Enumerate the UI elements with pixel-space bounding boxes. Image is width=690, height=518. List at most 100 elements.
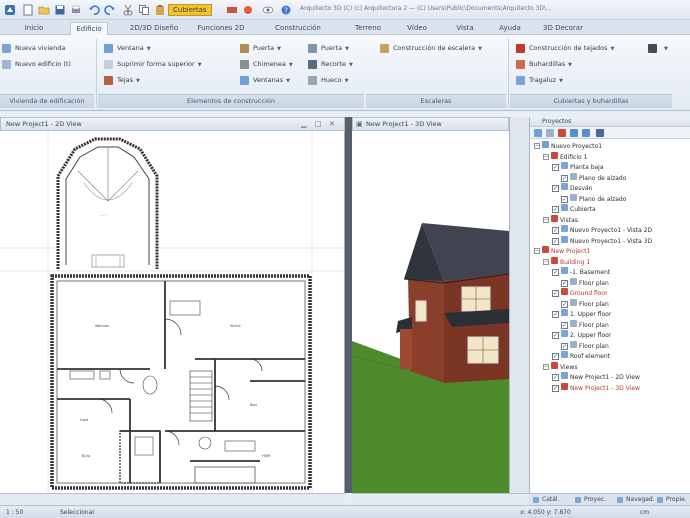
tree-visibility-checkbox[interactable]: ✓ <box>552 290 559 297</box>
tree-visibility-checkbox[interactable]: ✓ <box>561 195 568 203</box>
tab-funciones-2d[interactable]: Funciones 2D <box>196 22 246 35</box>
tree-item[interactable]: ✓ Desván <box>552 183 592 194</box>
open-folder-icon[interactable] <box>38 4 50 16</box>
tree-item[interactable]: ✓ Floor plan <box>561 277 609 289</box>
3d-view-header[interactable]: ▣ New Project1 - 3D View <box>352 117 509 131</box>
move-down-icon[interactable] <box>582 129 590 137</box>
roof-construction-button[interactable]: Construcción de tejados ▼ <box>516 43 614 54</box>
minimize-icon[interactable]: ▁ <box>301 120 306 129</box>
tree-item[interactable]: − New Project1 <box>534 246 590 257</box>
view-menu-icon[interactable]: ▣ <box>356 120 363 129</box>
tree-expand-toggle[interactable]: − <box>534 248 540 254</box>
new-file-icon[interactable] <box>22 4 34 16</box>
tree-item[interactable]: ✓ Floor plan <box>561 319 609 331</box>
tree-item[interactable]: ✓ Plano de alzado <box>561 193 626 205</box>
chimney-button[interactable]: Chimenea ▼ <box>240 59 293 70</box>
window-button[interactable]: Ventana ▼ <box>104 43 151 54</box>
tree-expand-toggle[interactable]: − <box>543 258 549 265</box>
tree-visibility-checkbox[interactable]: ✓ <box>552 332 559 339</box>
tree-visibility-checkbox[interactable]: ✓ <box>561 342 568 350</box>
app-menu-icon[interactable] <box>4 4 16 16</box>
3d-view-canvas[interactable] <box>352 131 509 493</box>
tree-expand-toggle[interactable]: − <box>543 363 549 370</box>
tree-item[interactable]: ✓ 1. Upper floor <box>552 309 611 320</box>
paste-icon[interactable] <box>154 4 166 16</box>
tab-vista[interactable]: Vista <box>452 22 478 35</box>
tab-video[interactable]: Vídeo <box>404 22 430 35</box>
tree-item[interactable]: − Views <box>543 361 577 373</box>
tree-visibility-checkbox[interactable]: ✓ <box>552 384 559 392</box>
tree-visibility-checkbox[interactable]: ✓ <box>552 206 559 213</box>
redo-icon[interactable] <box>104 4 116 16</box>
cut-icon[interactable] <box>122 4 134 16</box>
tree-item[interactable]: − Building 1 <box>543 256 590 268</box>
tab-ayuda[interactable]: Ayuda <box>496 22 524 35</box>
delete-upper-button[interactable]: Suprimir forma superior ▼ <box>104 59 202 70</box>
house-view-icon[interactable] <box>596 129 604 137</box>
view-splitter[interactable] <box>345 117 352 493</box>
panel-splitter[interactable] <box>509 117 529 493</box>
tree-item[interactable]: − Vistas <box>543 214 578 226</box>
tree-visibility-checkbox[interactable]: ✓ <box>552 374 559 381</box>
tab-terreno[interactable]: Terreno <box>350 22 386 35</box>
wall-icon[interactable] <box>226 4 238 16</box>
tab-catalogo[interactable]: Catál. <box>533 495 559 505</box>
tree-visibility-checkbox[interactable]: ✓ <box>552 185 559 192</box>
tree-visibility-checkbox[interactable]: ✓ <box>561 321 568 329</box>
tree-item[interactable]: ✓ 2. Upper floor <box>552 330 611 341</box>
skylight-button[interactable]: Tragaluz ▼ <box>516 75 563 86</box>
tree-item[interactable]: ✓ New Project1 - 2D View <box>552 372 640 383</box>
tree-expand-toggle[interactable]: − <box>543 216 549 223</box>
new-house-button[interactable]: Nueva vivienda <box>2 43 65 54</box>
tree-visibility-checkbox[interactable]: ✓ <box>552 227 559 234</box>
tree-item[interactable]: ✓ Planta baja <box>552 162 604 173</box>
tree-visibility-checkbox[interactable]: ✓ <box>552 237 559 245</box>
tree-item[interactable]: ✓ Roof element <box>552 351 610 362</box>
copy-icon[interactable] <box>138 4 150 16</box>
tab-3d-decorar[interactable]: 3D Decorar <box>540 22 586 35</box>
tree-visibility-checkbox[interactable]: ✓ <box>552 353 559 360</box>
tree-item[interactable]: − Nuevo Proyecto1 <box>534 141 602 152</box>
tree-visibility-checkbox[interactable]: ✓ <box>552 164 559 171</box>
tree-visibility-checkbox[interactable]: ✓ <box>561 279 568 287</box>
floor-plan-canvas[interactable]: · · · Wohnen Küche Gast Bad Büro HWR <box>0 131 345 493</box>
windows-button[interactable]: Ventanas ▼ <box>240 75 290 86</box>
move-up-icon[interactable] <box>570 129 578 137</box>
delete-icon[interactable] <box>558 129 566 137</box>
stair-construction-button[interactable]: Construcción de escalera ▼ <box>380 43 482 54</box>
project-label[interactable]: Cubiertas <box>168 4 212 16</box>
maximize-icon[interactable]: □ <box>315 120 322 129</box>
tree-item[interactable]: ✓ Floor plan <box>561 340 609 352</box>
tree-item[interactable]: ✓ Plano de alzado <box>561 172 626 184</box>
tree-item[interactable]: ✓ Nuevo Proyecto1 - Vista 2D <box>552 225 652 236</box>
tree-visibility-checkbox[interactable]: ✓ <box>552 269 559 276</box>
tab-navegador[interactable]: Navegad. <box>617 495 655 505</box>
tree-item[interactable]: ✓ Floor plan <box>561 298 609 310</box>
hole-button[interactable]: Hueco ▼ <box>308 75 348 86</box>
undo-icon[interactable] <box>88 4 100 16</box>
tiles-button[interactable]: Tejas ▼ <box>104 75 140 86</box>
roof-tool-button[interactable]: ▼ <box>648 43 668 54</box>
tab-propiedades[interactable]: Propie. <box>657 495 687 505</box>
properties-icon[interactable] <box>546 129 554 137</box>
tree-item[interactable]: ✓ Nuevo Proyecto1 - Vista 3D <box>552 235 652 247</box>
door2-button[interactable]: Puerta ▼ <box>308 43 349 54</box>
tab-proyecto[interactable]: Proyec. <box>575 495 606 505</box>
new-project-icon[interactable] <box>534 129 542 137</box>
dormers-button[interactable]: Buhardillas ▼ <box>516 59 572 70</box>
help-icon[interactable]: ? <box>280 4 292 16</box>
tab-construccion[interactable]: Construcción <box>272 22 324 35</box>
tree-visibility-checkbox[interactable]: ✓ <box>561 300 568 308</box>
tree-item[interactable]: ✓ Cubierta <box>552 204 596 215</box>
tree-item[interactable]: ✓ Ground floor <box>552 288 608 299</box>
save-icon[interactable] <box>54 4 66 16</box>
tree-expand-toggle[interactable]: − <box>534 143 540 149</box>
new-building-button[interactable]: Nuevo edificio (t) <box>2 59 71 70</box>
tab-inicio[interactable]: Inicio <box>18 22 50 35</box>
tree-visibility-checkbox[interactable]: ✓ <box>552 311 559 318</box>
tab-2d-3d-diseno[interactable]: 2D/3D Diseño <box>124 22 184 35</box>
tree-visibility-checkbox[interactable]: ✓ <box>561 174 568 182</box>
tab-edificio[interactable]: Edificio <box>70 22 108 35</box>
tree-item[interactable]: ✓ -1. Basement <box>552 267 610 278</box>
paint-icon[interactable] <box>242 4 254 16</box>
